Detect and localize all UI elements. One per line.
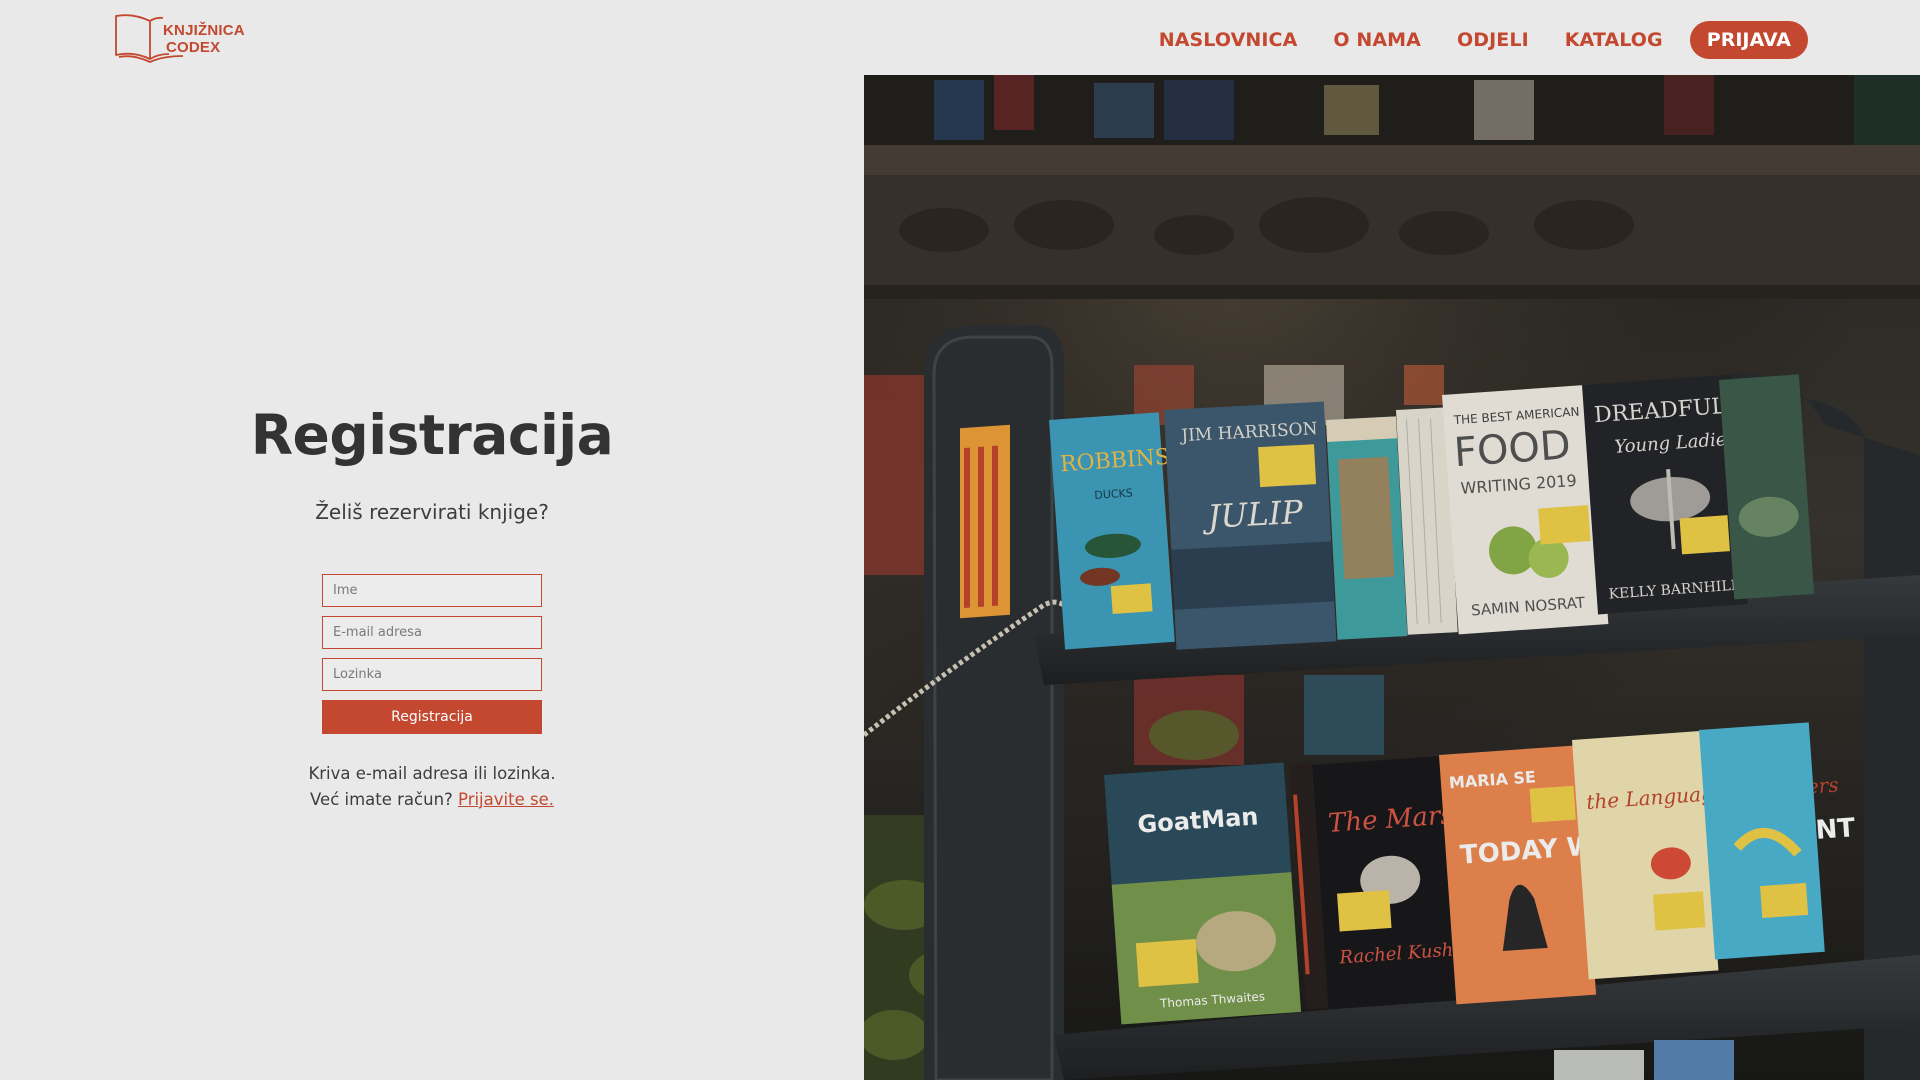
nav-link-naslovnica[interactable]: NASLOVNICA [1159,29,1298,51]
nav-link-odjeli[interactable]: ODJELI [1457,29,1529,51]
bookshelf-illustration: ROBBINS DUCKS JIM HARRISON JULIP THE BES… [864,75,1920,1080]
page-subtitle: Želiš rezervirati knjige? [315,500,549,524]
site-logo[interactable]: KNJIŽNICA CODEX [113,13,245,63]
registration-form: Registracija [322,574,542,734]
form-messages: Kriva e-mail adresa ili lozinka. Već ima… [0,761,864,813]
name-input[interactable] [322,574,542,607]
login-button[interactable]: PRIJAVA [1689,21,1808,59]
register-button[interactable]: Registracija [322,700,542,734]
registration-panel: Registracija Želiš rezervirati knjige? R… [0,75,864,1080]
logo-line-1: KNJIŽNICA [163,22,245,39]
hero-bookshelf-photo: ROBBINS DUCKS JIM HARRISON JULIP THE BES… [864,75,1920,1080]
logo-wordmark: KNJIŽNICA CODEX [163,22,245,56]
site-header: KNJIŽNICA CODEX NASLOVNICA O NAMA ODJELI… [0,0,1920,75]
page-title: Registracija [250,403,614,467]
login-link[interactable]: Prijavite se. [458,790,554,809]
password-input[interactable] [322,658,542,691]
nav-link-o-nama[interactable]: O NAMA [1333,29,1421,51]
email-input[interactable] [322,616,542,649]
nav-link-katalog[interactable]: KATALOG [1565,29,1663,51]
have-account-text: Već imate račun? [310,790,453,809]
main-nav: NASLOVNICA O NAMA ODJELI KATALOG PRIJAVA [1123,21,1808,59]
error-message: Kriva e-mail adresa ili lozinka. [308,764,556,783]
login-prompt: Već imate račun? Prijavite se. [0,787,864,813]
logo-line-2: CODEX [166,39,221,56]
